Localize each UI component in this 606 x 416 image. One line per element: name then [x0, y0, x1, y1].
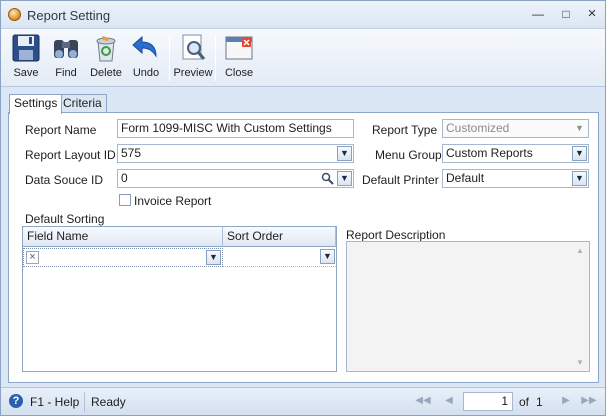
toolbar: Save Find Delete Undo Preview Close [1, 29, 605, 87]
page-number-field[interactable]: 1 [463, 392, 513, 411]
undo-arrow-icon [132, 35, 157, 58]
tab-criteria[interactable]: Criteria [58, 94, 107, 113]
menu-group-label: Menu Group [375, 148, 442, 162]
save-button[interactable]: Save [6, 32, 46, 84]
chevron-down-icon[interactable]: ▼ [337, 171, 352, 186]
data-source-id-value: 0 [121, 171, 128, 185]
previous-page-icon[interactable]: ◀ [441, 393, 457, 409]
chevron-down-icon[interactable]: ▼ [337, 146, 352, 161]
default-sorting-grid: Field Name Sort Order × ▼ ▼ [22, 226, 337, 372]
report-description-label: Report Description [346, 228, 446, 242]
default-printer-label: Default Printer [362, 173, 439, 187]
chevron-down-icon[interactable]: ▼ [320, 249, 335, 264]
report-name-field[interactable]: Form 1099-MISC With Custom Settings [117, 119, 354, 138]
data-source-id-field[interactable]: 0 ▼ [117, 169, 354, 188]
data-source-id-label: Data Souce ID [25, 173, 104, 187]
column-header-sort-order[interactable]: Sort Order [223, 227, 336, 247]
help-icon[interactable]: ? [9, 394, 23, 408]
scroll-down-icon[interactable]: ▼ [576, 358, 584, 367]
toolbar-separator [215, 35, 216, 81]
close-window-icon[interactable]: × [582, 5, 602, 23]
invoice-report-label: Invoice Report [134, 194, 212, 208]
sort-order-cell[interactable]: ▼ [223, 248, 336, 267]
report-setting-window: Report Setting — □ × Save Find Delete Un… [0, 0, 606, 416]
column-header-field-name[interactable]: Field Name [23, 227, 223, 247]
tab-settings[interactable]: Settings [9, 94, 63, 114]
app-icon [8, 8, 21, 21]
toolbar-separator [169, 35, 170, 81]
report-layout-id-label: Report Layout ID [25, 148, 116, 162]
page-of-label: of [519, 395, 530, 409]
report-type-value: Customized [446, 121, 510, 135]
report-layout-id-value: 575 [121, 146, 142, 160]
chevron-down-icon[interactable]: ▼ [206, 250, 221, 265]
search-icon[interactable] [320, 171, 335, 186]
report-layout-id-dropdown[interactable]: 575 ▼ [117, 144, 354, 163]
next-page-icon[interactable]: ▶ [558, 393, 574, 409]
help-label[interactable]: F1 - Help [30, 395, 79, 409]
chevron-down-icon: ▼ [575, 123, 584, 133]
menu-group-value: Custom Reports [446, 146, 533, 160]
floppy-disk-icon [12, 34, 40, 62]
status-text: Ready [91, 395, 126, 409]
maximize-icon[interactable]: □ [556, 5, 576, 23]
close-window-icon [225, 36, 253, 60]
close-button[interactable]: Close [219, 32, 259, 84]
window-title: Report Setting [27, 8, 111, 23]
default-printer-value: Default [446, 171, 485, 185]
undo-button[interactable]: Undo [126, 32, 166, 84]
chevron-down-icon[interactable]: ▼ [572, 171, 587, 186]
report-type-label: Report Type [372, 123, 438, 137]
report-description-field[interactable]: ▲ ▼ [346, 241, 590, 372]
status-separator [84, 392, 85, 412]
scroll-up-icon[interactable]: ▲ [576, 246, 584, 255]
magnifier-page-icon [182, 34, 206, 60]
status-bar: ? F1 - Help Ready ◀◀ ◀ 1 of 1 ▶ ▶▶ [1, 387, 605, 415]
last-page-icon[interactable]: ▶▶ [581, 393, 597, 409]
delete-button[interactable]: Delete [86, 32, 126, 84]
menu-group-dropdown[interactable]: Custom Reports ▼ [442, 144, 589, 163]
title-bar: Report Setting — □ × [1, 1, 605, 29]
invoice-report-checkbox[interactable] [119, 194, 131, 206]
preview-button[interactable]: Preview [173, 32, 213, 84]
recycle-bin-icon [96, 36, 116, 62]
default-sorting-label: Default Sorting [25, 212, 105, 226]
field-name-cell[interactable]: × ▼ [23, 248, 223, 267]
page-total: 1 [536, 395, 543, 409]
report-type-dropdown: Customized ▼ [442, 119, 589, 138]
vertical-scrollbar[interactable]: ▲ ▼ [573, 242, 589, 371]
find-button[interactable]: Find [46, 32, 86, 84]
minimize-icon[interactable]: — [528, 5, 548, 23]
first-page-icon[interactable]: ◀◀ [415, 393, 431, 409]
clear-row-icon[interactable]: × [26, 251, 39, 264]
report-name-label: Report Name [25, 123, 97, 137]
default-printer-dropdown[interactable]: Default ▼ [442, 169, 589, 188]
binoculars-icon [54, 40, 78, 58]
chevron-down-icon[interactable]: ▼ [572, 146, 587, 161]
